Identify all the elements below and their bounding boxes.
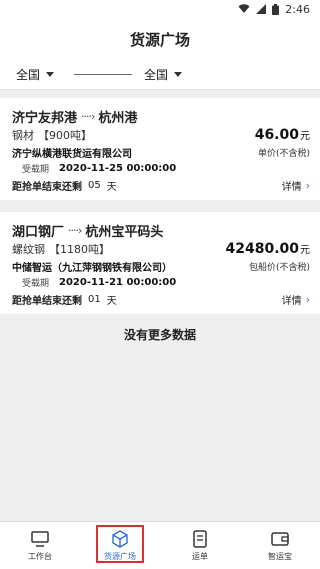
price: 46.00元 [255, 127, 310, 143]
goods-weight: 【900吨】 [38, 129, 92, 142]
price-value: 42480.00 [225, 241, 299, 257]
price-unit: 元 [300, 245, 310, 256]
origin-port: 济宁友邦港 [12, 110, 78, 126]
wifi-icon [238, 4, 250, 14]
caret-down-icon [46, 72, 55, 77]
price-unit: 元 [300, 131, 310, 142]
goods-type: 钢材 [12, 129, 34, 142]
tab-label: 智运宝 [268, 551, 292, 561]
goods-type: 螺纹钢 [12, 243, 45, 256]
cargo-card[interactable]: 湖口钢厂 ····› 杭州宝平码头 螺纹钢 【1180吨】 42480.00元 … [0, 212, 320, 314]
countdown-unit: 天 [106, 295, 117, 307]
battery-icon [272, 3, 280, 15]
bottom-tab-bar: 工作台 货源广场 运单 智运宝 [0, 521, 320, 569]
origin-filter-dropdown[interactable]: 全国 [16, 66, 55, 83]
goods-weight: 【1180吨】 [49, 243, 110, 256]
destination-port: 杭州宝平码头 [85, 224, 164, 240]
loading-date-value: 2020-11-21 00:00:00 [59, 276, 177, 288]
loading-date-label: 受载期 [22, 164, 50, 175]
countdown-label: 距抢单结束还剩 [12, 295, 82, 307]
destination-filter-dropdown[interactable]: 全国 [144, 66, 183, 83]
route-arrow-icon: ····› [81, 109, 95, 123]
detail-label: 详情 [281, 295, 302, 307]
loading-date: 受载期 2020-11-21 00:00:00 [12, 274, 310, 290]
route-arrow-icon: ····› [68, 223, 82, 237]
detail-link[interactable]: 详情 › [282, 292, 310, 307]
page-header: 货源广场 [0, 18, 320, 60]
countdown-unit: 天 [106, 181, 117, 193]
price-type: 包船价(不含税) [248, 262, 310, 273]
cargo-card[interactable]: 济宁友邦港 ····› 杭州港 钢材 【900吨】 46.00元 济宁纵横港联货… [0, 98, 320, 200]
origin-port: 湖口钢厂 [12, 224, 65, 240]
highlight-box [96, 525, 144, 563]
no-more-data: 没有更多数据 [123, 328, 196, 342]
tab-waybill[interactable]: 运单 [160, 522, 240, 569]
filter-bar: 全国 全国 [0, 60, 320, 90]
origin-filter-label: 全国 [16, 68, 41, 82]
countdown: 距抢单结束还剩 05 天 [12, 176, 117, 194]
route: 济宁友邦港 ····› 杭州港 [12, 106, 310, 126]
route: 湖口钢厂 ····› 杭州宝平码头 [12, 220, 310, 240]
tab-zhiyunbao[interactable]: 智运宝 [240, 522, 320, 569]
shipper-company: 济宁纵横港联货运有限公司 [12, 148, 132, 160]
clock: 2:46 [285, 2, 310, 16]
page-title: 货源广场 [129, 30, 190, 49]
tab-label: 运单 [192, 551, 208, 561]
signal-icon [256, 4, 267, 14]
chevron-right-icon: › [305, 292, 310, 306]
detail-label: 详情 [281, 181, 302, 193]
loading-date: 受载期 2020-11-25 00:00:00 [12, 160, 310, 176]
tab-workbench[interactable]: 工作台 [0, 522, 80, 569]
cargo-list: 济宁友邦港 ····› 杭州港 钢材 【900吨】 46.00元 济宁纵横港联货… [0, 90, 320, 343]
price-type: 单价(不含税) [257, 148, 310, 159]
countdown-days: 05 [88, 179, 101, 191]
price-value: 46.00 [254, 127, 299, 143]
caret-down-icon [174, 72, 183, 77]
countdown: 距抢单结束还剩 01 天 [12, 290, 117, 308]
countdown-label: 距抢单结束还剩 [12, 181, 82, 193]
shipper-company: 中储智运（九江萍钢钢铁有限公司） [12, 262, 172, 274]
monitor-icon [31, 530, 49, 548]
chevron-right-icon: › [305, 178, 310, 192]
filter-divider [74, 74, 133, 75]
tab-label: 工作台 [28, 551, 52, 561]
price: 42480.00元 [225, 241, 310, 257]
detail-link[interactable]: 详情 › [282, 178, 310, 193]
wallet-icon [271, 530, 289, 548]
document-icon [193, 529, 207, 548]
loading-date-label: 受载期 [22, 278, 50, 289]
destination-port: 杭州港 [98, 110, 138, 126]
tab-cargo-square[interactable]: 货源广场 [80, 522, 160, 569]
destination-filter-label: 全国 [144, 68, 169, 82]
status-bar: 2:46 [0, 0, 320, 18]
loading-date-value: 2020-11-25 00:00:00 [59, 162, 177, 174]
countdown-days: 01 [88, 293, 101, 305]
